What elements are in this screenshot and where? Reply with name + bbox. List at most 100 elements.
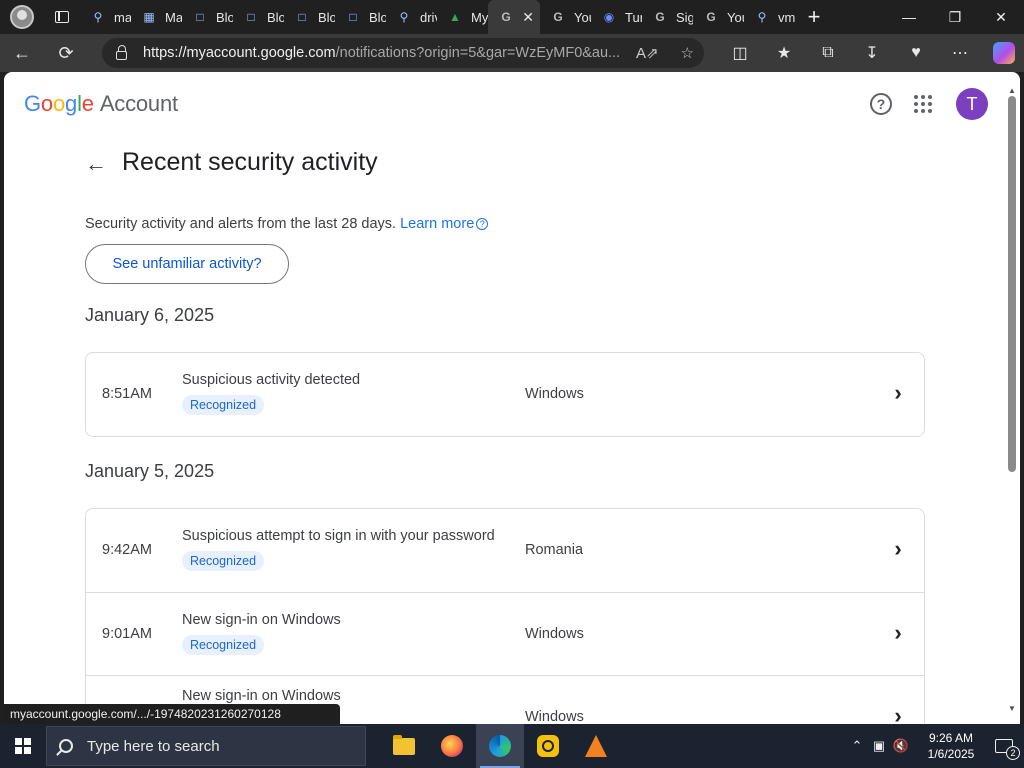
google-apps-icon[interactable] bbox=[914, 95, 932, 113]
split-screen-button[interactable]: ◫ bbox=[718, 34, 762, 72]
activity-time: 8:51AM bbox=[102, 386, 152, 402]
volume-muted-icon[interactable]: 🔇 bbox=[890, 738, 912, 754]
browser-tab[interactable]: GYou bbox=[540, 0, 591, 34]
taskbar-clock[interactable]: 9:26 AM 1/6/2025 bbox=[918, 730, 984, 762]
taskbar-search-box[interactable]: Type here to search bbox=[46, 726, 366, 766]
recognized-badge: Recognized bbox=[182, 551, 265, 571]
recognized-badge: Recognized bbox=[182, 395, 265, 415]
activity-time: 9:42AM bbox=[102, 542, 152, 558]
search-icon: ⚲ bbox=[399, 10, 409, 24]
settings-more-button[interactable]: ⋯ bbox=[938, 34, 982, 72]
google-account-logo[interactable]: Google Account bbox=[24, 91, 178, 117]
vlc-button[interactable] bbox=[572, 724, 620, 768]
close-tab-icon[interactable]: ✕ bbox=[522, 9, 534, 26]
activity-location: Romania bbox=[525, 542, 584, 558]
browser-tab[interactable]: ▲ My bbox=[437, 0, 488, 34]
google-icon: G bbox=[655, 10, 665, 24]
activity-title: Suspicious attempt to sign in with your … bbox=[182, 528, 495, 544]
tab-actions-button[interactable] bbox=[44, 0, 80, 34]
chevron-right-icon[interactable]: › bbox=[886, 536, 910, 561]
page-scrollbar[interactable]: ▲ ▼ bbox=[1006, 86, 1018, 724]
scroll-thumb[interactable] bbox=[1008, 96, 1016, 472]
profile-avatar-icon bbox=[10, 5, 34, 29]
browser-tab[interactable]: ⚲ ma bbox=[80, 0, 131, 34]
browser-tab[interactable]: ◉ Tur bbox=[591, 0, 642, 34]
chevron-right-icon[interactable]: › bbox=[886, 703, 910, 724]
read-aloud-icon[interactable]: A⇗ bbox=[636, 44, 659, 62]
google-icon: G bbox=[553, 10, 563, 24]
back-button[interactable]: ← bbox=[0, 34, 44, 72]
lock-icon[interactable] bbox=[116, 44, 127, 60]
favorites-button[interactable]: ★ bbox=[762, 34, 806, 72]
address-bar[interactable]: https://myaccount.google.com/notificatio… bbox=[102, 38, 704, 68]
profile-button[interactable] bbox=[0, 0, 44, 34]
app-yellow-button[interactable] bbox=[524, 724, 572, 768]
chevron-right-icon[interactable]: › bbox=[886, 620, 910, 645]
windows-logo-icon bbox=[15, 738, 31, 754]
edge-button[interactable] bbox=[476, 724, 524, 768]
browser-tab[interactable]: ⚲ vm bbox=[744, 0, 795, 34]
activity-row[interactable]: 8:51AM Suspicious activity detected Recogn… bbox=[86, 353, 924, 436]
activity-time: 9:01AM bbox=[102, 626, 152, 642]
refresh-button[interactable]: ⟳ bbox=[44, 34, 88, 72]
browser-tab[interactable]: GYou bbox=[693, 0, 744, 34]
activity-location: Windows bbox=[525, 386, 584, 402]
restore-button[interactable]: ❐ bbox=[932, 0, 978, 34]
activity-row[interactable]: 9:01AM New sign-in on Windows Recognized Wi… bbox=[86, 592, 924, 675]
account-avatar[interactable]: T bbox=[956, 88, 988, 120]
activity-title: Suspicious activity detected bbox=[182, 372, 361, 388]
start-button[interactable] bbox=[0, 724, 46, 768]
collections-button[interactable]: ⧉ bbox=[806, 34, 850, 72]
chevron-up-icon[interactable]: ⌃ bbox=[846, 738, 868, 754]
activity-row[interactable]: 9:42AM Suspicious attempt to sign in with… bbox=[86, 509, 924, 592]
downloads-button[interactable]: ↧ bbox=[850, 34, 894, 72]
search-icon: ⚲ bbox=[757, 10, 767, 24]
google-account-header: Google Account ? T bbox=[4, 72, 1020, 136]
vlc-icon bbox=[585, 735, 607, 757]
file-explorer-button[interactable] bbox=[380, 724, 428, 768]
copilot-button[interactable] bbox=[982, 34, 1024, 72]
network-icon[interactable]: ▣ bbox=[868, 738, 890, 754]
firefox-button[interactable] bbox=[428, 724, 476, 768]
browser-tab[interactable]: G Sig bbox=[642, 0, 693, 34]
browser-tab[interactable]: □ Blo bbox=[284, 0, 335, 34]
minimize-button[interactable]: — bbox=[886, 0, 932, 34]
tab-actions-icon bbox=[55, 11, 69, 23]
chevron-right-icon[interactable]: › bbox=[886, 380, 910, 405]
google-icon: G bbox=[706, 10, 716, 24]
activity-title: New sign-in on Windows bbox=[182, 612, 341, 628]
page-icon: □ bbox=[298, 10, 306, 24]
link-status-tooltip: myaccount.google.com/.../-19748202312602… bbox=[4, 704, 340, 724]
browser-tab[interactable]: ▦ Ma bbox=[131, 0, 182, 34]
date-heading: January 5, 2025 bbox=[85, 461, 215, 481]
firefox-icon bbox=[441, 735, 463, 757]
browser-tab[interactable]: □ Blo bbox=[335, 0, 386, 34]
browser-tab[interactable]: G ✕ bbox=[488, 0, 540, 34]
page-icon: □ bbox=[247, 10, 255, 24]
app-yellow-icon bbox=[537, 735, 559, 757]
search-icon: ⚲ bbox=[93, 10, 103, 24]
back-arrow-icon[interactable]: ← bbox=[84, 151, 108, 176]
url-text[interactable]: https://myaccount.google.com/notificatio… bbox=[143, 45, 623, 61]
help-icon[interactable]: ? bbox=[870, 93, 892, 115]
browser-tab[interactable]: □ Blo bbox=[182, 0, 233, 34]
learn-more-link[interactable]: Learn more? bbox=[400, 216, 489, 232]
activity-title: New sign-in on Windows bbox=[182, 688, 341, 704]
window-controls: — ❐ ✕ bbox=[886, 0, 1024, 34]
scroll-down-icon[interactable]: ▼ bbox=[1008, 704, 1016, 713]
file-explorer-icon bbox=[393, 734, 415, 755]
new-tab-button[interactable]: + bbox=[795, 0, 833, 34]
see-unfamiliar-activity-button[interactable]: See unfamiliar activity? bbox=[85, 244, 289, 284]
scroll-up-icon[interactable]: ▲ bbox=[1008, 86, 1016, 95]
browser-essentials-button[interactable]: ♥ bbox=[894, 34, 938, 72]
page-subtitle: Security activity and alerts from the la… bbox=[85, 216, 489, 232]
drive-icon: ▲ bbox=[449, 10, 461, 24]
edge-icon bbox=[489, 735, 511, 757]
globe-icon: ◉ bbox=[603, 10, 615, 24]
notifications-button[interactable]: 2 bbox=[984, 724, 1024, 768]
browser-tab[interactable]: ⚲driv bbox=[386, 0, 437, 34]
activity-card: 9:42AM Suspicious attempt to sign in with… bbox=[85, 508, 925, 724]
close-window-button[interactable]: ✕ bbox=[978, 0, 1024, 34]
favorite-star-icon[interactable]: ☆ bbox=[681, 44, 694, 62]
browser-tab[interactable]: □ Blo bbox=[233, 0, 284, 34]
